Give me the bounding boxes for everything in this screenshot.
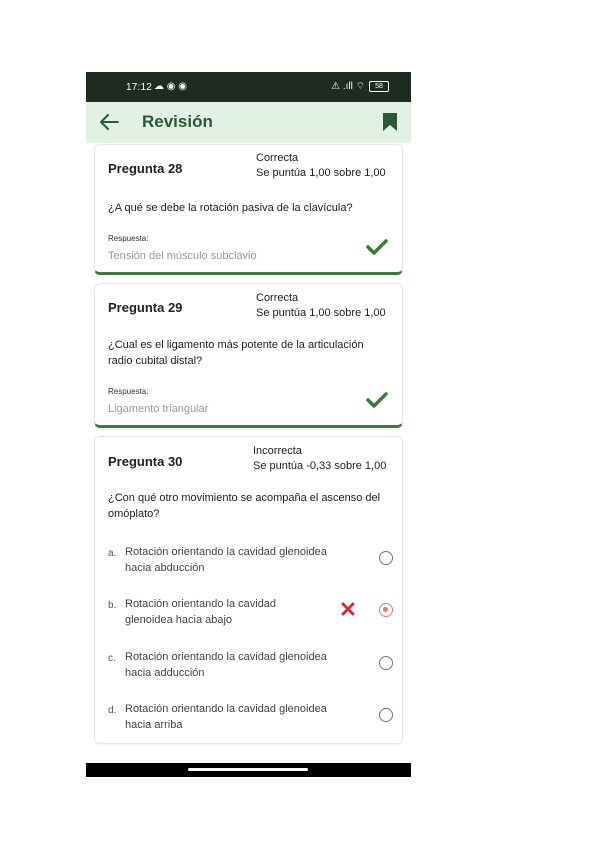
- status-system-icons: ⚠ .ıll ⌔ 58: [331, 80, 389, 93]
- answer-option-b[interactable]: b. Rotación orientando la cavidad glenoi…: [108, 596, 393, 632]
- answer-label: Respuesta:: [108, 234, 149, 243]
- phone-screen: 17:12 ☁ ◉ ◉ ⚠ .ıll ⌔ 58 Revisión Pregunt…: [86, 72, 411, 777]
- status-bar: 17:12 ☁ ◉ ◉ ⚠ .ıll ⌔ 58: [86, 72, 411, 102]
- radio-button[interactable]: [379, 656, 393, 670]
- question-title: Pregunta 28: [108, 161, 183, 176]
- answer-label: Respuesta:: [108, 387, 149, 396]
- app-bar: Revisión: [86, 102, 411, 143]
- question-status: Correcta Se puntúa 1,00 sobre 1,00: [256, 291, 386, 321]
- option-letter: c.: [108, 653, 116, 664]
- status-label: Correcta: [256, 292, 299, 304]
- question-text: ¿Con qué otro movimiento se acompaña el …: [108, 492, 381, 520]
- option-text: Rotación orientando la cavidad glenoidea…: [125, 703, 327, 731]
- question-title: Pregunta 30: [108, 454, 183, 469]
- answer-option-c[interactable]: c. Rotación orientando la cavidad glenoi…: [108, 649, 393, 685]
- status-notification-icons: ☁ ◉ ◉: [154, 81, 188, 92]
- score-label: Se puntúa -0,33 sobre 1,00: [253, 460, 387, 472]
- option-text: Rotación orientando la cavidad glenoidea…: [125, 598, 277, 626]
- question-title: Pregunta 29: [108, 300, 183, 315]
- score-label: Se puntúa 1,00 sobre 1,00: [256, 307, 386, 319]
- question-status: Correcta Se puntúa 1,00 sobre 1,00: [256, 151, 386, 181]
- home-indicator[interactable]: [188, 768, 308, 771]
- cross-icon: [341, 602, 355, 616]
- status-label: Incorrecta: [253, 445, 302, 457]
- radio-button[interactable]: [379, 708, 393, 722]
- answer-value: Tensión del músculo subclavio: [108, 250, 257, 262]
- answer-value: Ligamento triangular: [108, 403, 209, 415]
- status-label: Correcta: [256, 152, 299, 164]
- score-label: Se puntúa 1,00 sobre 1,00: [256, 167, 386, 179]
- check-icon: [366, 239, 388, 255]
- option-letter: a.: [108, 548, 117, 559]
- option-text: Rotación orientando la cavidad glenoidea…: [125, 546, 327, 574]
- battery-icon: 58: [369, 81, 389, 92]
- question-status: Incorrecta Se puntúa -0,33 sobre 1,00: [253, 444, 386, 474]
- radio-button-selected[interactable]: [379, 603, 393, 617]
- option-text: Rotación orientando la cavidad glenoidea…: [125, 651, 327, 679]
- navigation-bar: [86, 763, 411, 777]
- signal-wifi-icon: ⚠ .ıll ⌔: [331, 81, 365, 92]
- question-text: ¿A qué se debe la rotación pasiva de la …: [108, 202, 353, 214]
- arrow-left-icon[interactable]: [98, 112, 120, 132]
- question-card: Pregunta 29 Correcta Se puntúa 1,00 sobr…: [94, 283, 403, 428]
- question-text: ¿Cual es el ligamento más potente de la …: [108, 339, 364, 367]
- question-card: Pregunta 30 Incorrecta Se puntúa -0,33 s…: [94, 436, 403, 744]
- check-icon: [366, 392, 388, 408]
- status-time: 17:12: [126, 82, 153, 93]
- bookmark-icon[interactable]: [382, 112, 398, 132]
- radio-button[interactable]: [379, 551, 393, 565]
- answer-option-a[interactable]: a. Rotación orientando la cavidad glenoi…: [108, 544, 393, 580]
- question-card: Pregunta 28 Correcta Se puntúa 1,00 sobr…: [94, 144, 403, 275]
- answer-option-d[interactable]: d. Rotación orientando la cavidad glenoi…: [108, 701, 393, 737]
- option-letter: b.: [108, 600, 117, 611]
- option-letter: d.: [108, 705, 117, 716]
- page-title: Revisión: [142, 112, 213, 131]
